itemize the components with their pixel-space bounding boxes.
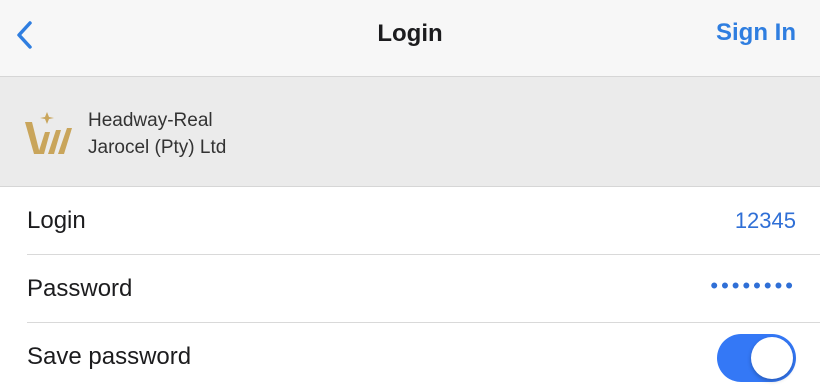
save-password-toggle[interactable] (717, 334, 796, 382)
toggle-knob (751, 337, 793, 379)
company-logo-icon (25, 112, 72, 154)
server-info-row[interactable]: Headway-Real Jarocel (Pty) Ltd (0, 77, 820, 187)
server-name: Headway-Real Jarocel (Pty) Ltd (88, 107, 226, 161)
sign-in-button[interactable]: Sign In (716, 19, 796, 47)
server-name-line-2: Jarocel (Pty) Ltd (88, 137, 227, 158)
page-title: Login (377, 20, 443, 47)
save-password-row: Save password (0, 323, 820, 389)
navigation-bar: Login Sign In (0, 0, 820, 77)
password-row[interactable]: Password •••••••• (0, 255, 820, 323)
password-label: Password (27, 275, 133, 302)
password-field[interactable]: •••••••• (710, 273, 796, 299)
server-name-line-1: Headway-Real (88, 110, 213, 131)
save-password-label: Save password (27, 343, 192, 370)
login-row[interactable]: Login 12345 (0, 187, 820, 255)
login-field[interactable]: 12345 (735, 208, 796, 234)
login-label: Login (27, 207, 86, 234)
